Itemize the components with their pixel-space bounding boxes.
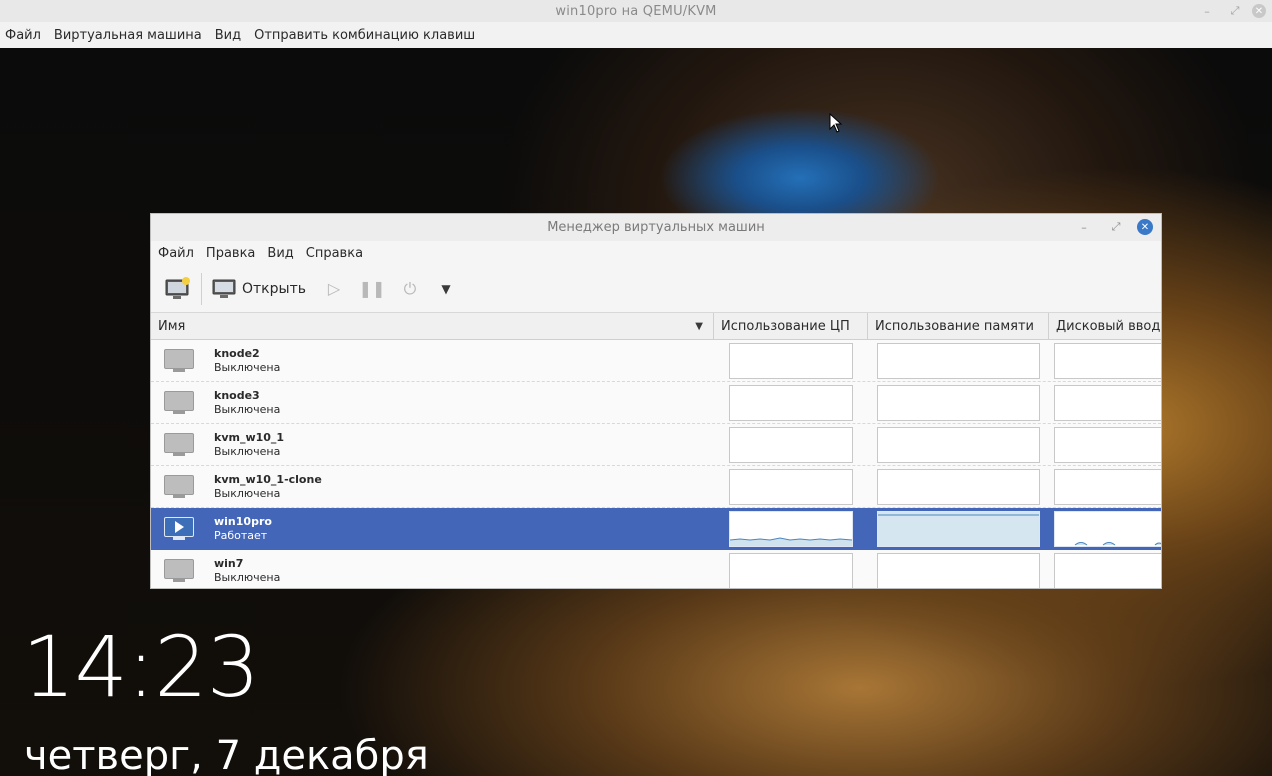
vm-monitor-icon: [164, 348, 194, 373]
disk-io-graph: [1054, 469, 1161, 505]
vm-monitor-icon: [164, 432, 194, 457]
menu-virtual-machine[interactable]: Виртуальная машина: [48, 28, 208, 43]
disk-io-graph: [1054, 553, 1161, 588]
toolbar-separator: [201, 272, 202, 305]
menu-file[interactable]: Файл: [151, 246, 200, 261]
column-header-disk[interactable]: Дисковый ввод-в: [1049, 313, 1161, 339]
vm-row[interactable]: kvm_w10_1 Выключена: [151, 424, 1161, 466]
vm-name: kvm_w10_1: [214, 430, 285, 444]
virt-manager-titlebar: Менеджер виртуальных машин – ⤢ ✕: [151, 214, 1161, 241]
cpu-usage-graph: [729, 343, 853, 379]
close-icon[interactable]: ✕: [1252, 4, 1266, 18]
vm-status: Выключена: [214, 444, 281, 458]
vm-status: Выключена: [214, 402, 281, 416]
shutdown-menu-chevron-down-icon[interactable]: ▼: [432, 282, 460, 296]
vm-status: Работает: [214, 528, 268, 542]
vm-monitor-icon: [164, 390, 194, 415]
cpu-usage-graph: [729, 427, 853, 463]
pause-icon[interactable]: ❚❚: [358, 279, 386, 298]
run-icon[interactable]: ▷: [320, 279, 348, 298]
vm-name: knode3: [214, 388, 260, 402]
maximize-icon[interactable]: ⤢: [1105, 218, 1127, 236]
vm-monitor-icon: [164, 558, 194, 583]
cpu-usage-graph: [729, 385, 853, 421]
vm-row[interactable]: win7 Выключена: [151, 550, 1161, 588]
menu-view[interactable]: Вид: [261, 246, 299, 261]
open-button[interactable]: Открыть: [208, 271, 310, 307]
virt-manager-window-controls: – ⤢ ✕: [1073, 218, 1153, 236]
column-header-cpu[interactable]: Использование ЦП: [714, 313, 868, 339]
vm-row[interactable]: knode2 Выключена: [151, 340, 1161, 382]
memory-usage-graph: [877, 553, 1040, 588]
memory-usage-graph: [877, 427, 1040, 463]
vm-row[interactable]: knode3 Выключена: [151, 382, 1161, 424]
vm-monitor-icon: [164, 474, 194, 499]
viewer-menubar: Файл Виртуальная машина Вид Отправить ко…: [0, 22, 1272, 48]
monitor-icon: [212, 279, 236, 298]
vm-list: knode2 Выключена knode3 Выключена kvm_w1…: [151, 340, 1161, 588]
vm-name: win7: [214, 556, 244, 570]
power-icon[interactable]: ⏻: [396, 279, 424, 299]
lock-screen-time: 14:23: [22, 618, 260, 716]
memory-usage-graph: [877, 385, 1040, 421]
column-header-memory[interactable]: Использование памяти: [868, 313, 1049, 339]
vm-status: Выключена: [214, 360, 281, 374]
viewer-title: win10pro на QEMU/KVM: [555, 3, 717, 19]
vm-list-header: Имя ▼ Использование ЦП Использование пам…: [151, 313, 1161, 340]
viewer-titlebar: win10pro на QEMU/KVM – ⤢ ✕: [0, 0, 1272, 22]
new-vm-button[interactable]: [161, 271, 195, 307]
vm-status: Выключена: [214, 486, 281, 500]
menu-view[interactable]: Вид: [209, 28, 247, 43]
cpu-usage-graph: [729, 511, 853, 547]
menu-edit[interactable]: Правка: [200, 246, 261, 261]
virt-manager-window: Менеджер виртуальных машин – ⤢ ✕ Файл Пр…: [151, 214, 1161, 588]
virt-manager-toolbar: Открыть ▷ ❚❚ ⏻ ▼: [151, 265, 1161, 313]
sort-chevron-down-icon[interactable]: ▼: [695, 321, 703, 332]
vm-row[interactable]: kvm_w10_1-clone Выключена: [151, 466, 1161, 508]
cpu-usage-graph: [729, 553, 853, 588]
open-button-label: Открыть: [242, 280, 306, 297]
memory-usage-graph: [877, 343, 1040, 379]
vm-row-selected[interactable]: win10pro Работает: [151, 508, 1161, 550]
cpu-usage-graph: [729, 469, 853, 505]
virt-manager-title: Менеджер виртуальных машин: [547, 220, 765, 235]
virt-manager-menubar: Файл Правка Вид Справка: [151, 241, 1161, 265]
memory-usage-graph: [877, 469, 1040, 505]
lock-screen-date: четверг, 7 декабря: [24, 733, 429, 776]
vm-name: knode2: [214, 346, 260, 360]
minimize-icon[interactable]: –: [1196, 2, 1218, 20]
viewer-window-controls: – ⤢ ✕: [1196, 2, 1266, 20]
maximize-icon[interactable]: ⤢: [1224, 2, 1246, 20]
menu-help[interactable]: Справка: [300, 246, 369, 261]
menu-send-key[interactable]: Отправить комбинацию клавиш: [248, 28, 481, 43]
disk-io-graph: [1054, 343, 1161, 379]
minimize-icon[interactable]: –: [1073, 218, 1095, 236]
vm-running-monitor-icon: [164, 516, 194, 541]
close-icon[interactable]: ✕: [1137, 219, 1153, 235]
disk-io-graph: [1054, 385, 1161, 421]
column-header-name[interactable]: Имя ▼: [151, 313, 714, 339]
vm-name: kvm_w10_1-clone: [214, 472, 322, 486]
menu-file[interactable]: Файл: [0, 28, 47, 43]
disk-io-graph: [1054, 427, 1161, 463]
vm-status: Выключена: [214, 570, 281, 584]
vm-name: win10pro: [214, 514, 272, 528]
memory-usage-graph: [877, 511, 1040, 547]
new-vm-icon: [165, 276, 190, 299]
disk-io-graph: [1054, 511, 1161, 547]
